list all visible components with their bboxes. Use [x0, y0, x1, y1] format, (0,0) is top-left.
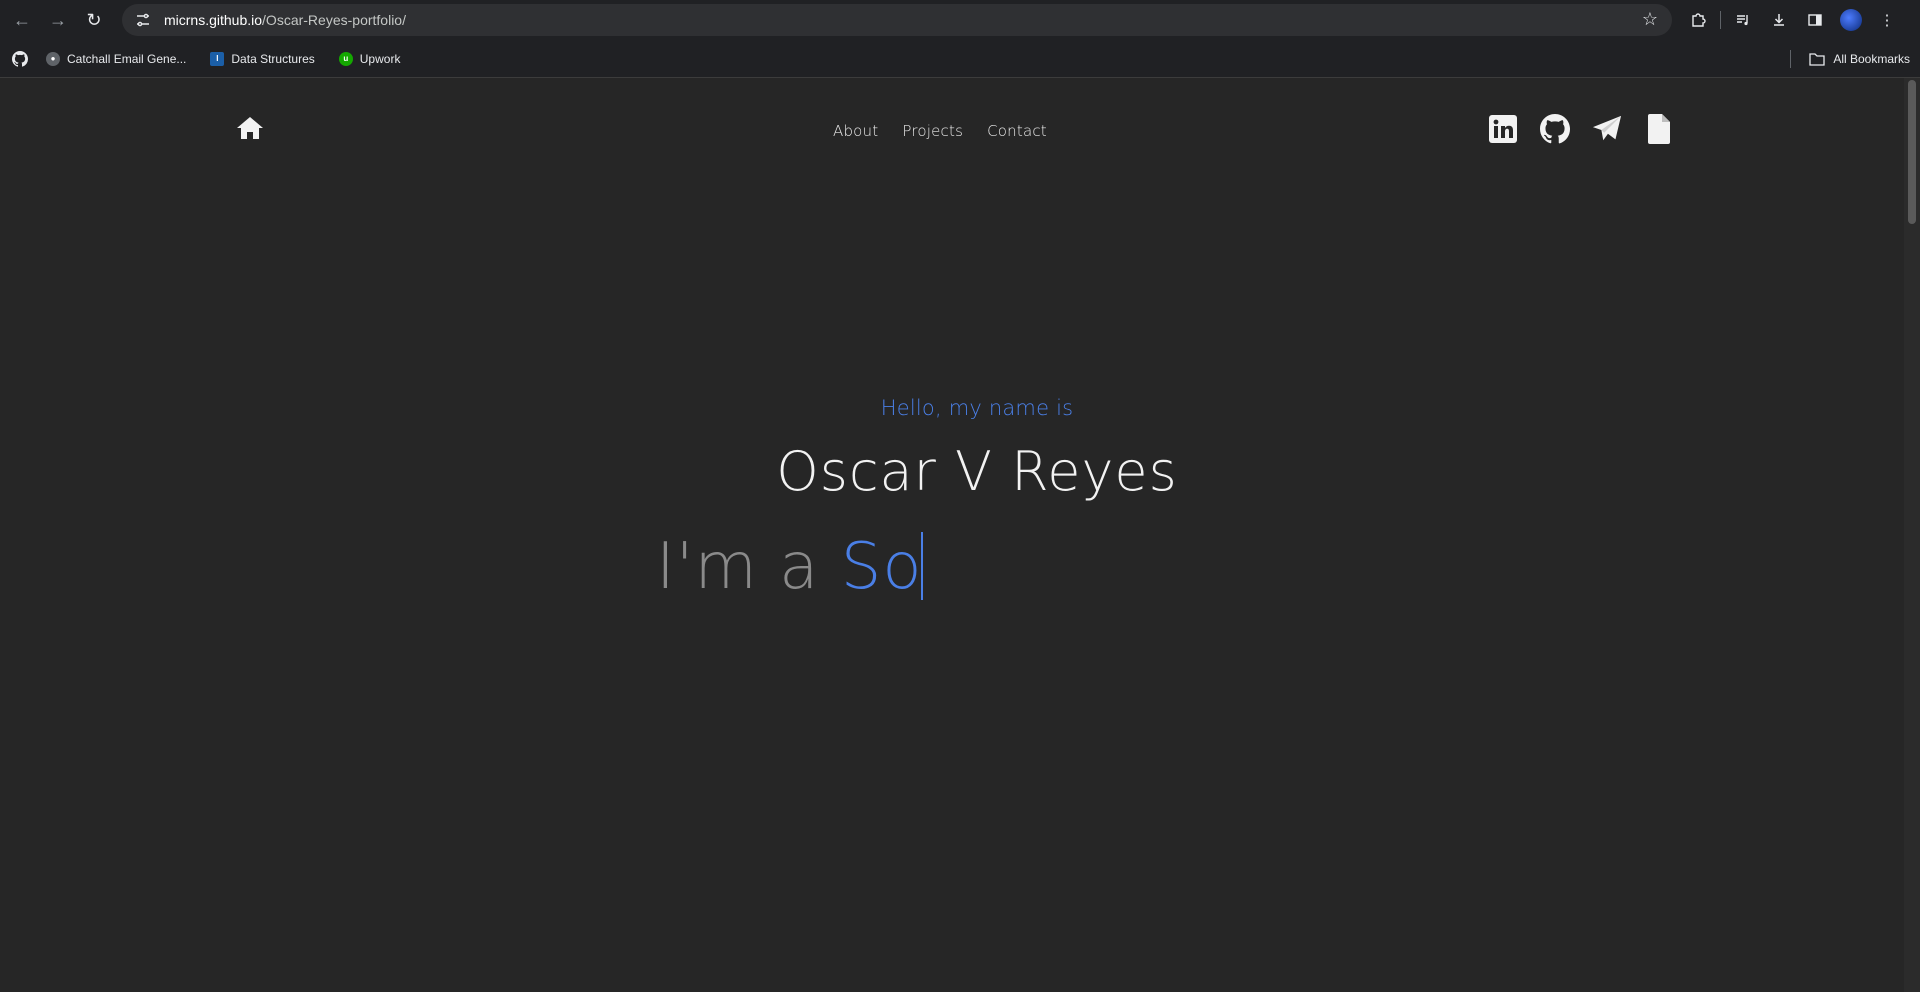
bookmark-star-icon[interactable]: ☆	[1642, 9, 1658, 30]
download-icon[interactable]	[1765, 6, 1793, 34]
extensions-icon[interactable]	[1684, 6, 1712, 34]
all-bookmarks-button[interactable]: All Bookmarks	[1790, 45, 1910, 73]
bookmark-data-structures[interactable]: I Data Structures	[204, 45, 320, 73]
url-path: /Oscar-Reyes-portfolio/	[262, 12, 406, 28]
linkedin-icon[interactable]	[1488, 114, 1518, 144]
greeting-text: Hello, my name is	[880, 396, 1074, 420]
telegram-icon[interactable]	[1592, 114, 1622, 144]
reload-icon[interactable]: ↻	[76, 2, 112, 38]
scrollbar-thumb[interactable]	[1908, 80, 1916, 224]
hero-name: Oscar V Reyes	[776, 440, 1178, 503]
bookmark-label: Upwork	[359, 51, 401, 66]
resume-file-icon[interactable]	[1644, 114, 1674, 144]
bookmarks-separator	[1790, 50, 1792, 68]
url-text: micrns.github.io/Oscar-Reyes-portfolio/	[164, 12, 406, 28]
github-icon[interactable]	[1540, 114, 1570, 144]
site-info-icon[interactable]	[132, 9, 154, 31]
site-nav: About Projects Contact	[833, 122, 1047, 140]
page-content: About Projects Contact Hello, my name is…	[0, 78, 1904, 992]
typing-cursor	[920, 532, 923, 600]
upwork-icon: u	[338, 51, 353, 66]
typed-prefix: I'm a	[656, 530, 841, 604]
nav-about[interactable]: About	[833, 122, 878, 140]
folder-icon	[1809, 53, 1825, 66]
url-host: micrns.github.io	[164, 12, 263, 28]
side-panel-icon[interactable]	[1801, 6, 1829, 34]
address-bar[interactable]: micrns.github.io/Oscar-Reyes-portfolio/ …	[122, 4, 1672, 36]
nav-contact[interactable]: Contact	[987, 122, 1047, 140]
uci-ics-icon: I	[210, 51, 225, 66]
toolbar-separator	[1720, 11, 1721, 29]
bookmark-label: Data Structures	[231, 51, 315, 66]
bookmark-label: Catchall Email Gene...	[67, 51, 187, 66]
forward-icon[interactable]: →	[40, 2, 76, 38]
browser-toolbar: ← → ↻ micrns.github.io/Oscar-Reyes-portf…	[0, 0, 1920, 40]
toolbar-actions: ⋮	[1684, 2, 1901, 38]
home-icon[interactable]	[236, 116, 264, 140]
page-scrollbar[interactable]	[1904, 78, 1920, 992]
typed-text: So	[840, 530, 923, 604]
nav-projects[interactable]: Projects	[902, 122, 963, 140]
globe-icon: ●	[46, 51, 60, 66]
social-links	[1488, 114, 1674, 144]
media-controls-icon[interactable]	[1729, 6, 1757, 34]
bookmark-upwork[interactable]: u Upwork	[333, 45, 407, 73]
bookmarks-bar: ● Catchall Email Gene... I Data Structur…	[0, 40, 1920, 78]
back-icon[interactable]: ←	[4, 2, 40, 38]
typed-tagline: I'm a So	[656, 530, 923, 604]
all-bookmarks-label: All Bookmarks	[1833, 52, 1910, 66]
menu-kebab-icon[interactable]: ⋮	[1873, 6, 1901, 34]
github-bookmark-icon[interactable]	[12, 50, 29, 67]
bookmark-catchall[interactable]: ● Catchall Email Gene...	[40, 45, 192, 73]
profile-avatar[interactable]	[1837, 6, 1865, 34]
